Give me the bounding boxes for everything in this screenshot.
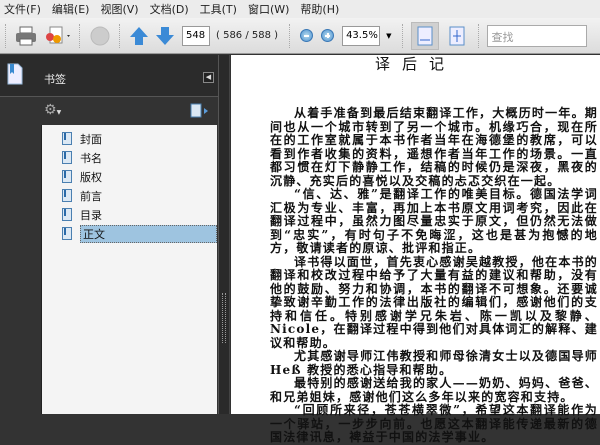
menu-view[interactable]: 视图(V) <box>100 1 138 17</box>
share-button[interactable] <box>42 22 72 50</box>
menu-edit[interactable]: 编辑(E) <box>52 1 90 17</box>
menu-tools[interactable]: 工具(T) <box>200 1 237 17</box>
bookmarks-title: 书签 <box>44 73 66 86</box>
bookmarks-panel-header: 书签 ◀ <box>0 55 220 97</box>
paragraph: “回顾所来径，苍苍横翠微”，希望这本翻译能作为一个驿站，一步步向前。也愿这本翻译… <box>270 403 598 444</box>
separator <box>402 23 404 48</box>
fit-width-button[interactable] <box>411 21 440 50</box>
bookmark-icon <box>62 208 72 221</box>
arrow-up-icon <box>130 26 148 45</box>
bookmark-item[interactable]: 书名 <box>42 148 217 167</box>
fit-page-icon <box>449 26 465 45</box>
collapse-panel-button[interactable]: ◀ <box>203 72 214 83</box>
menu-help[interactable]: 帮助(H) <box>300 1 339 17</box>
panel-splitter[interactable] <box>218 55 230 414</box>
paragraph: 译书得以面世，首先衷心感谢吴越教授，他在本书的翻译和校改过程中给予了大量有益的建… <box>270 254 598 350</box>
separator <box>79 23 81 48</box>
bookmark-icon <box>62 132 72 145</box>
splitter-grip[interactable] <box>222 293 226 343</box>
bookmark-item[interactable]: 前言 <box>42 186 217 205</box>
printer-icon <box>16 26 36 45</box>
arrow-down-icon <box>156 26 174 45</box>
globe-icon <box>90 26 110 45</box>
menu-bar: 文件(F) 编辑(E) 视图(V) 文档(D) 工具(T) 窗口(W) 帮助(H… <box>0 0 600 18</box>
fit-width-icon <box>417 26 433 45</box>
users-icon <box>46 26 70 43</box>
toolbar-grip <box>5 23 7 48</box>
zoom-input[interactable]: 43.5% <box>342 25 381 46</box>
menu-file[interactable]: 文件(F) <box>4 1 41 17</box>
fit-page-button[interactable] <box>443 22 471 50</box>
bookmark-item-selected[interactable]: 正文 <box>42 224 217 243</box>
page-title: 译后记 <box>374 55 456 73</box>
navigation-strip <box>0 55 38 414</box>
page-number-input[interactable]: 548 <box>182 25 210 46</box>
search-input[interactable]: 查找 <box>487 24 588 47</box>
bookmark-item[interactable]: 封面 <box>42 129 217 148</box>
page-body: 从着手准备到最后结束翻译工作，大概历时一年。期间也从一个城市转到了另一个城市。机… <box>270 106 598 445</box>
options-gear-icon[interactable]: ⚙▼ <box>44 102 61 118</box>
bookmarks-toolbar: ⚙▼ <box>38 98 218 125</box>
globe-button[interactable] <box>88 22 112 50</box>
bookmarks-list: 封面 书名 版权 前言 目录 正文 <box>41 125 217 414</box>
bookmark-icon <box>62 170 72 183</box>
bookmark-item[interactable]: 版权 <box>42 167 217 186</box>
menu-window[interactable]: 窗口(W) <box>248 1 289 17</box>
bookmark-icon <box>62 189 72 202</box>
separator <box>478 23 480 48</box>
menu-document[interactable]: 文档(D) <box>150 1 189 17</box>
bookmark-item[interactable]: 目录 <box>42 205 217 224</box>
document-page: 译后记 从着手准备到最后结束翻译工作，大概历时一年。期间也从一个城市转到了另一个… <box>231 55 600 444</box>
separator <box>289 23 291 48</box>
toolbar: 548 ( 586 / 588 ) 43.5% ▼ 查找 <box>0 18 600 54</box>
zoom-dropdown-icon[interactable]: ▼ <box>386 32 391 40</box>
zoom-out-button[interactable] <box>300 29 314 42</box>
next-page-button[interactable] <box>154 22 176 50</box>
previous-page-button[interactable] <box>128 22 150 50</box>
separator <box>119 23 121 48</box>
bookmark-icon <box>62 151 72 164</box>
paragraph: 尤其感谢导师江伟教授和师母徐清女士以及德国导师 Heß 教授的悉心指导和帮助。 <box>270 349 598 377</box>
paragraph: “信、达、雅”是翻译工作的唯美目标。德国法学词汇极为专业、丰富，再加上本书原文用… <box>270 187 598 255</box>
paragraph: 最特别的感谢送给我的家人——奶奶、妈妈、爸爸、和兄弟姐妹，感谢他们这么多年以来的… <box>270 376 598 404</box>
paragraph: 从着手准备到最后结束翻译工作，大概历时一年。期间也从一个城市转到了另一个城市。机… <box>270 106 598 188</box>
expand-bookmark-icon[interactable] <box>190 103 210 119</box>
bookmark-icon <box>62 227 72 240</box>
page-count: ( 586 / 588 ) <box>216 30 279 41</box>
print-button[interactable] <box>14 22 38 50</box>
zoom-in-button[interactable] <box>321 29 335 42</box>
bookmark-panel-icon[interactable] <box>7 63 23 85</box>
